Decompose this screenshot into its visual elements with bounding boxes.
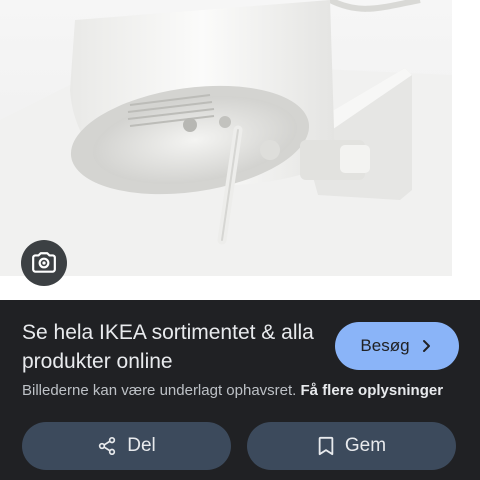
camera-search-icon [31,250,57,276]
copyright-notice: Billederne kan være underlagt ophavsret.… [22,382,443,399]
more-info-link[interactable]: Få flere oplysninger [301,382,444,399]
visit-button-label: Besøg [360,336,410,355]
visit-button[interactable]: Besøg [335,322,459,370]
save-button[interactable]: Gem [247,422,456,470]
share-button-label: Del [127,435,156,456]
image-area [0,0,480,300]
lens-search-button[interactable] [21,240,67,286]
chevron-right-icon [420,339,434,353]
image-result-viewer: Se hela IKEA sortimentet & alla produkte… [0,0,480,480]
copyright-text: Billederne kan være underlagt ophavsret. [22,382,297,399]
page-title[interactable]: Se hela IKEA sortimentet & alla produkte… [22,318,322,376]
bookmark-icon [317,436,335,456]
image-info-panel: Se hela IKEA sortimentet & alla produkte… [0,300,480,480]
save-button-label: Gem [344,435,387,456]
share-icon [97,436,117,456]
product-image[interactable] [0,0,452,276]
share-button[interactable]: Del [22,422,231,470]
